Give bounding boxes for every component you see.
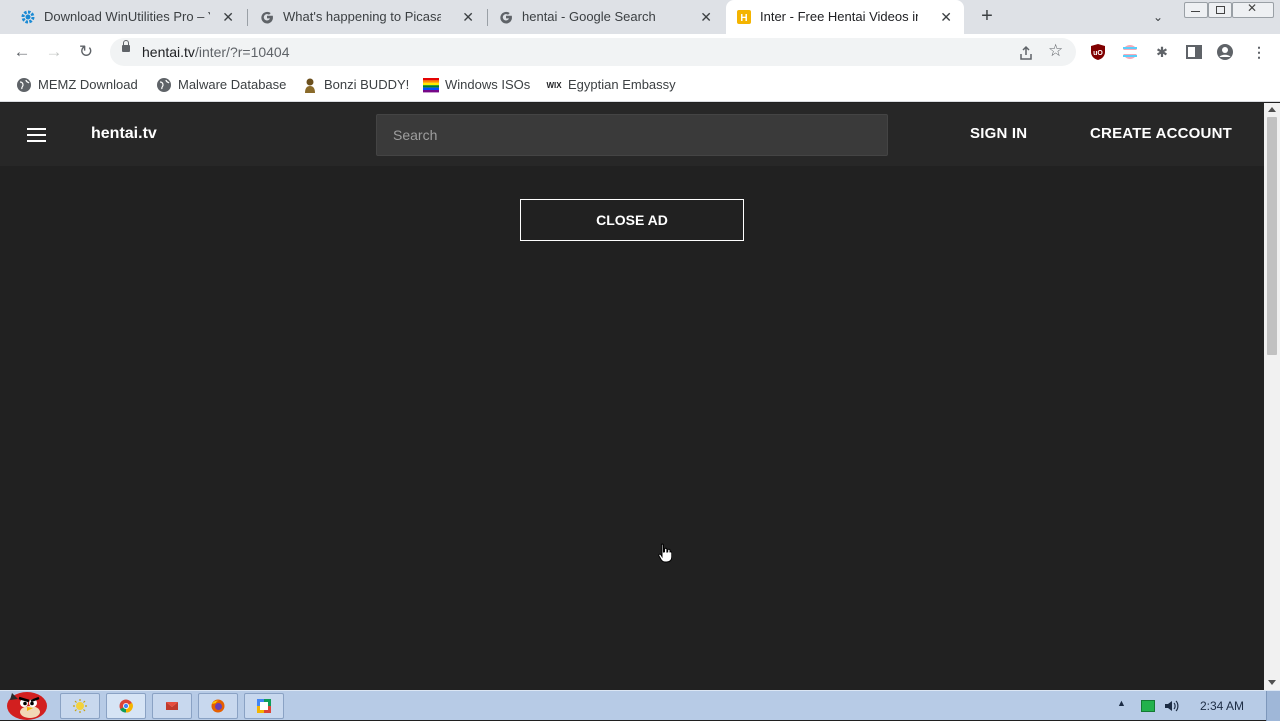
tab-picasa[interactable]: What's happening to Picasa, P ✕: [248, 0, 486, 34]
show-desktop-button[interactable]: [1266, 691, 1280, 721]
taskbar-app-chrome[interactable]: [106, 693, 146, 719]
rainbow-flag-icon: [423, 78, 439, 93]
restore-button[interactable]: [1208, 2, 1232, 18]
page-scrollbar[interactable]: [1264, 103, 1280, 690]
tab-title: Inter - Free Hentai Videos in 7: [760, 9, 918, 24]
wix-icon: WIX: [546, 81, 562, 90]
bookmark-label: Egyptian Embassy: [568, 77, 676, 92]
bookmarks-bar: MEMZ Download Malware Database Bonzi BUD…: [0, 70, 1280, 102]
tab-title: hentai - Google Search: [522, 9, 656, 24]
bookmark-label: Bonzi BUDDY!: [324, 77, 410, 92]
lock-icon[interactable]: [122, 40, 130, 52]
bookmark-label: MEMZ Download: [38, 77, 138, 92]
close-icon[interactable]: ✕: [462, 0, 474, 34]
create-account-link[interactable]: CREATE ACCOUNT: [1090, 125, 1232, 142]
google-icon: [500, 11, 512, 24]
profile-avatar-icon[interactable]: [1216, 43, 1234, 61]
page-content: hentai.tv SIGN IN CREATE ACCOUNT CLOSE A…: [0, 103, 1264, 690]
close-ad-button[interactable]: CLOSE AD: [520, 199, 744, 241]
tab-strip: Download WinUtilities Pro – Y ✕ What's h…: [0, 0, 1280, 34]
picasa-icon: [257, 699, 271, 713]
extensions-puzzle-icon[interactable]: ✱: [1153, 43, 1171, 61]
site-h-icon: H: [737, 10, 751, 24]
taskbar-clock[interactable]: 2:34 AM: [1200, 691, 1244, 721]
tab-title: Download WinUtilities Pro – Y: [44, 9, 210, 24]
sign-in-link[interactable]: SIGN IN: [970, 125, 1027, 142]
svg-text:uO: uO: [1093, 50, 1103, 57]
search-input[interactable]: [376, 114, 888, 156]
bookmark-label: Windows ISOs: [445, 77, 531, 92]
side-panel-icon[interactable]: [1185, 43, 1203, 61]
hamburger-menu-icon[interactable]: [27, 128, 46, 142]
svg-text:H: H: [740, 13, 747, 24]
forward-icon[interactable]: →: [44, 42, 64, 62]
gear-icon: [21, 10, 35, 24]
bonzi-icon: [305, 78, 315, 93]
site-logo[interactable]: hentai.tv: [91, 125, 157, 143]
bookmark-malware-database[interactable]: Malware Database: [156, 70, 286, 100]
taskbar: ▲ 2:34 AM: [0, 690, 1280, 721]
tab-hentai-tv[interactable]: H Inter - Free Hentai Videos in 7 ✕: [726, 0, 964, 34]
bookmark-star-icon[interactable]: ☆: [1048, 41, 1063, 61]
tab-title: What's happening to Picasa, P: [283, 9, 441, 24]
hand-cursor-icon: [658, 543, 672, 563]
ublock-origin-icon[interactable]: uO: [1089, 43, 1107, 61]
url-path: /inter/?r=10404: [194, 44, 290, 60]
address-bar[interactable]: hentai.tv/inter/?r=10404 ☆: [110, 38, 1076, 66]
sun-icon: [73, 699, 87, 713]
bookmark-bonzi-buddy[interactable]: Bonzi BUDDY!: [302, 70, 409, 100]
tab-search-chevron-icon[interactable]: ⌄: [1153, 10, 1163, 24]
reload-icon[interactable]: ↻: [76, 42, 96, 62]
bookmark-memz[interactable]: MEMZ Download: [16, 70, 138, 100]
svg-text:WIX: WIX: [546, 81, 562, 90]
scroll-thumb[interactable]: [1267, 117, 1277, 355]
bookmark-label: Malware Database: [178, 77, 287, 92]
back-icon[interactable]: ←: [12, 42, 32, 62]
taskbar-app-firefox[interactable]: [198, 693, 238, 719]
mail-icon: [166, 702, 178, 710]
browser-toolbar: ← → ↻ hentai.tv/inter/?r=10404 ☆ uO ✱ ⋮: [0, 34, 1280, 70]
globe-icon: [17, 78, 31, 92]
volume-icon[interactable]: [1163, 698, 1179, 714]
taskbar-app-mail[interactable]: [152, 693, 192, 719]
taskbar-app-picasa[interactable]: [244, 693, 284, 719]
new-tab-button[interactable]: +: [976, 5, 998, 29]
close-icon[interactable]: ✕: [222, 0, 234, 34]
extension-flag-icon[interactable]: [1121, 43, 1139, 61]
close-icon[interactable]: ✕: [700, 0, 712, 34]
menu-kebab-icon[interactable]: ⋮: [1250, 43, 1268, 61]
share-icon[interactable]: [1018, 45, 1034, 61]
google-icon: [261, 11, 273, 24]
taskbar-app-explorer[interactable]: [60, 693, 100, 719]
firefox-icon: [211, 699, 225, 713]
globe-icon: [157, 78, 171, 92]
close-window-button[interactable]: ✕: [1232, 1, 1274, 18]
url-text[interactable]: hentai.tv/inter/?r=10404: [142, 38, 290, 66]
tab-google-search[interactable]: hentai - Google Search ✕: [488, 0, 724, 34]
bookmark-egyptian-embassy[interactable]: WIX Egyptian Embassy: [546, 70, 676, 100]
tab-winutilities[interactable]: Download WinUtilities Pro – Y ✕: [0, 0, 246, 34]
chrome-icon: [119, 699, 133, 713]
close-icon[interactable]: ✕: [940, 0, 952, 34]
url-host: hentai.tv: [142, 44, 195, 60]
scroll-down-arrow-icon[interactable]: [1268, 680, 1276, 685]
show-hidden-icons-arrow-icon[interactable]: ▲: [1117, 698, 1126, 708]
scroll-up-arrow-icon[interactable]: [1268, 107, 1276, 112]
network-status-icon[interactable]: [1141, 700, 1155, 712]
minimize-button[interactable]: [1184, 2, 1208, 18]
bookmark-windows-isos[interactable]: Windows ISOs: [423, 70, 530, 100]
site-header: hentai.tv SIGN IN CREATE ACCOUNT: [0, 103, 1264, 166]
angry-bird-start-icon[interactable]: [2, 685, 52, 721]
